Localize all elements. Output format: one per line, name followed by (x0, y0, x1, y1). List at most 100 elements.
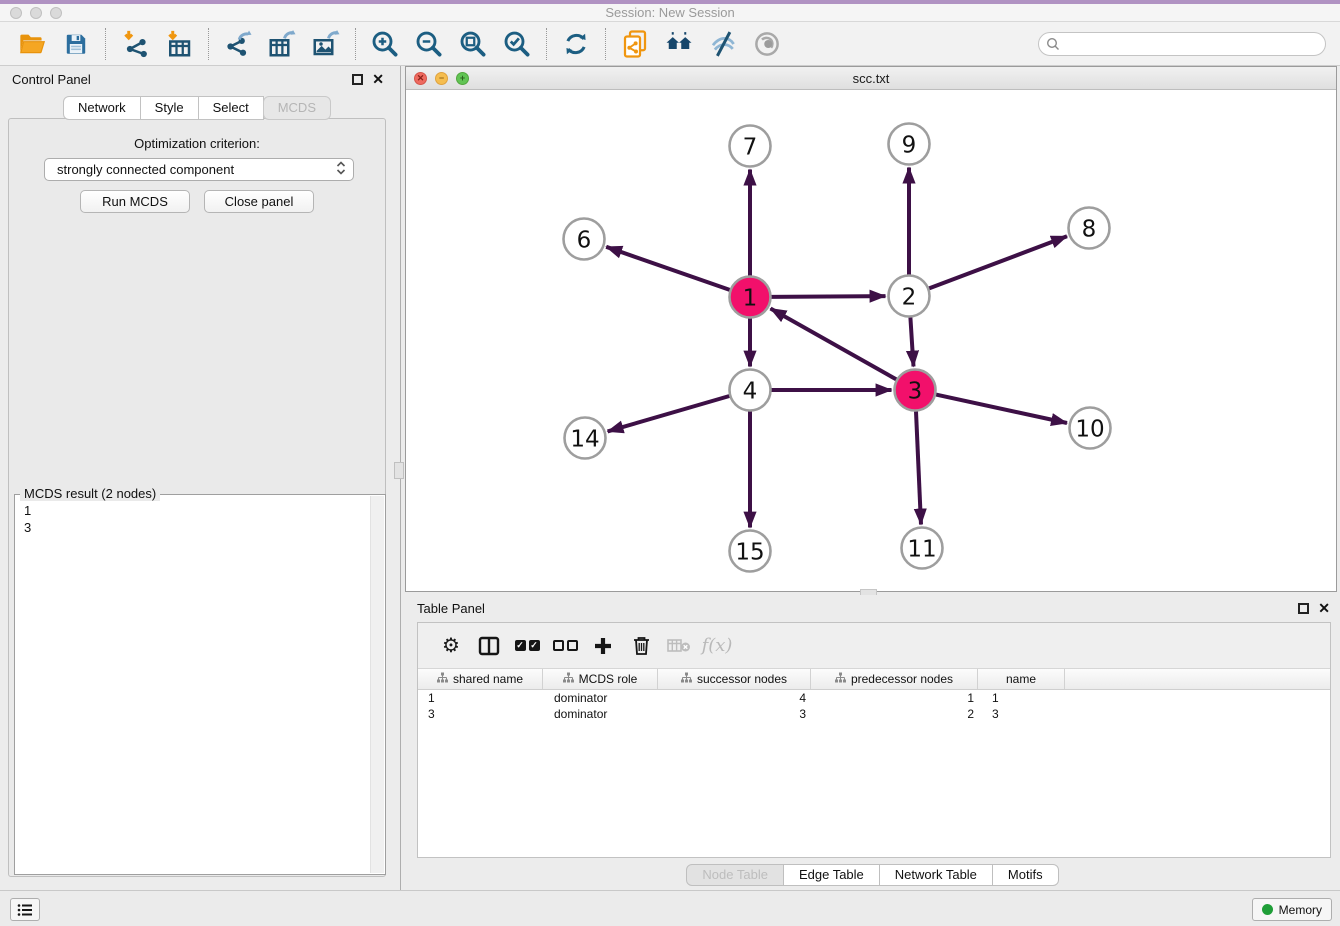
graph-edge-1-6[interactable] (606, 247, 730, 290)
graph-node-14[interactable]: 14 (565, 418, 606, 459)
svg-text:6: 6 (577, 227, 592, 253)
graph-node-8[interactable]: 8 (1069, 208, 1110, 249)
graph-edge-3-11[interactable] (916, 412, 921, 525)
svg-text:15: 15 (735, 539, 764, 565)
table-cell[interactable]: 3 (418, 707, 544, 721)
graph-node-6[interactable]: 6 (564, 219, 605, 260)
import-network-icon[interactable] (118, 27, 152, 61)
graph-edge-2-8[interactable] (929, 236, 1067, 288)
svg-text:4: 4 (743, 378, 758, 404)
graph-node-3[interactable]: 3 (895, 370, 936, 411)
svg-text:10: 10 (1075, 416, 1104, 442)
table-cell[interactable]: dominator (544, 707, 660, 721)
show-all-icon[interactable] (750, 27, 784, 61)
tab-network-table[interactable]: Network Table (879, 864, 993, 886)
tab-node-table[interactable]: Node Table (686, 864, 784, 886)
svg-text:8: 8 (1082, 216, 1097, 242)
first-neighbors-icon[interactable] (662, 27, 696, 61)
zoom-in-icon[interactable] (368, 27, 402, 61)
graph-edge-3-1[interactable] (771, 309, 897, 380)
table-cell[interactable]: dominator (544, 691, 660, 705)
svg-text:7: 7 (743, 134, 758, 160)
graph-edge-3-10[interactable] (936, 395, 1067, 423)
show-all-columns-icon[interactable]: ✓✓ (508, 640, 546, 651)
table-cell[interactable]: 3 (660, 707, 814, 721)
import-table-icon[interactable] (162, 27, 196, 61)
float-table-panel-icon[interactable] (1298, 603, 1309, 614)
toolbar-separator (208, 28, 209, 60)
svg-text:11: 11 (907, 536, 936, 562)
result-scrollbar[interactable] (370, 496, 384, 873)
table-cell[interactable]: 1 (814, 691, 982, 705)
network-graph[interactable]: 7 9 6 8 1 2 4 3 14 10 15 11 (406, 89, 1336, 591)
clone-network-icon[interactable] (618, 27, 652, 61)
tab-select[interactable]: Select (198, 96, 264, 120)
tab-style[interactable]: Style (140, 96, 199, 120)
zoom-fit-icon[interactable] (456, 27, 490, 61)
graph-edge-1-2[interactable] (772, 296, 886, 297)
table-row[interactable]: 3dominator323 (418, 706, 1330, 722)
close-panel-icon[interactable]: ✕ (372, 74, 384, 85)
mcds-result-line: 3 (24, 519, 376, 536)
mcds-result-list: 13 (15, 495, 385, 543)
table-mode-icon[interactable]: ⚙ (432, 633, 470, 658)
column-header-name[interactable]: name (978, 669, 1065, 689)
graph-node-15[interactable]: 15 (730, 531, 771, 572)
hide-selected-icon[interactable] (706, 27, 740, 61)
column-header-predecessor-nodes[interactable]: predecessor nodes (811, 669, 978, 689)
hide-all-columns-icon[interactable] (546, 640, 584, 651)
graph-node-1[interactable]: 1 (730, 277, 771, 318)
dropdown-stepper-icon (336, 161, 346, 178)
graph-node-7[interactable]: 7 (730, 126, 771, 167)
save-session-icon[interactable] (59, 27, 93, 61)
search-icon (1046, 37, 1060, 56)
column-header-mcds-role[interactable]: MCDS role (543, 669, 658, 689)
main-toolbar (0, 22, 1340, 66)
column-type-icon (681, 672, 692, 686)
graph-edge-4-14[interactable] (608, 396, 730, 431)
float-panel-icon[interactable] (352, 74, 363, 85)
graph-node-4[interactable]: 4 (730, 370, 771, 411)
svg-text:9: 9 (902, 132, 917, 158)
toggle-panes-icon[interactable] (470, 636, 508, 656)
criterion-dropdown[interactable]: strongly connected component (44, 158, 354, 181)
create-column-icon[interactable] (584, 636, 622, 656)
memory-button[interactable]: Memory (1252, 898, 1332, 921)
open-file-icon[interactable] (15, 27, 49, 61)
tab-edge-table[interactable]: Edge Table (783, 864, 880, 886)
vertical-splitter-grip[interactable] (394, 462, 404, 479)
close-panel-button[interactable]: Close panel (204, 190, 314, 213)
column-header-shared-name[interactable]: shared name (418, 669, 543, 689)
node-table-container: ⚙ ✓✓ f(x) shared nameMCDS rolesuccessor … (417, 622, 1331, 858)
graph-node-9[interactable]: 9 (889, 124, 930, 165)
zoom-selected-icon[interactable] (500, 27, 534, 61)
mcds-result-line: 1 (24, 502, 376, 519)
run-mcds-button[interactable]: Run MCDS (80, 190, 190, 213)
export-table-icon[interactable] (265, 27, 299, 61)
graph-node-10[interactable]: 10 (1070, 408, 1111, 449)
zoom-out-icon[interactable] (412, 27, 446, 61)
tab-mcds[interactable]: MCDS (263, 96, 331, 120)
tab-network[interactable]: Network (63, 96, 141, 120)
task-history-button[interactable] (10, 898, 40, 921)
graph-node-11[interactable]: 11 (902, 528, 943, 569)
table-row[interactable]: 1dominator411 (418, 690, 1330, 706)
table-cell[interactable]: 2 (814, 707, 982, 721)
apply-layout-icon[interactable] (559, 27, 593, 61)
network-canvas[interactable]: 7 9 6 8 1 2 4 3 14 10 15 11 (406, 89, 1336, 591)
export-image-icon[interactable] (309, 27, 343, 61)
table-cell[interactable]: 1 (418, 691, 544, 705)
tab-motifs[interactable]: Motifs (992, 864, 1059, 886)
search-input[interactable] (1038, 32, 1326, 56)
graph-edge-2-3[interactable] (910, 318, 913, 367)
column-header-successor-nodes[interactable]: successor nodes (658, 669, 811, 689)
table-cell[interactable]: 1 (982, 691, 1070, 705)
close-table-panel-icon[interactable]: ✕ (1318, 603, 1330, 614)
delete-columns-icon[interactable] (622, 635, 660, 656)
titlebar: Session: New Session (0, 0, 1340, 22)
toolbar-separator (105, 28, 106, 60)
table-cell[interactable]: 4 (660, 691, 814, 705)
export-network-icon[interactable] (221, 27, 255, 61)
table-cell[interactable]: 3 (982, 707, 1070, 721)
graph-node-2[interactable]: 2 (889, 276, 930, 317)
